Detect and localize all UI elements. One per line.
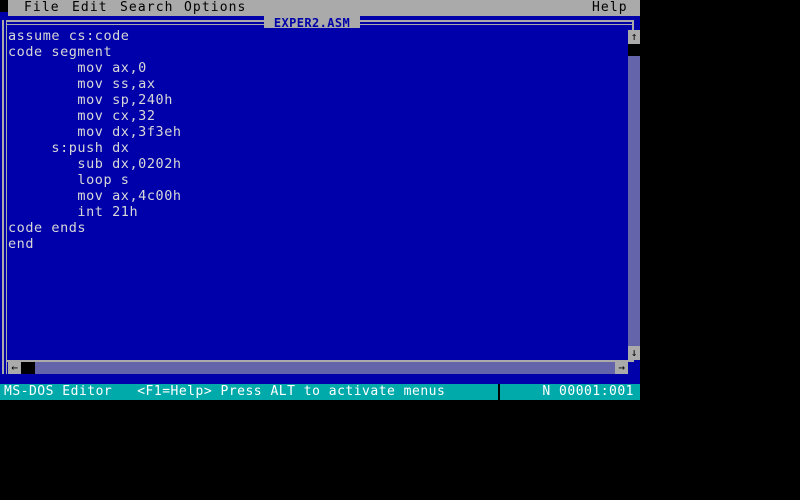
scroll-down-arrow-icon[interactable]: ↓: [628, 346, 640, 360]
editor-window: EXPER2.ASM assume cs:code code segment m…: [0, 16, 640, 376]
dos-screen: File Edit Search Options Help EXPER2.ASM…: [0, 0, 640, 400]
horizontal-scrollbar[interactable]: ← →: [8, 362, 628, 374]
horizontal-scrollbar-thumb[interactable]: [21, 362, 35, 374]
code-line: int 21h: [8, 204, 139, 220]
menu-item-edit[interactable]: Edit: [72, 0, 108, 16]
code-line: mov ss,ax: [8, 76, 156, 92]
code-line: loop s: [8, 172, 130, 188]
window-border-left: [2, 20, 4, 374]
vertical-scrollbar-thumb[interactable]: [628, 44, 640, 56]
status-bar: MS-DOS Editor <F1=Help> Press ALT to act…: [0, 384, 640, 400]
code-line: s:push dx: [8, 140, 130, 156]
code-line: mov sp,240h: [8, 92, 173, 108]
scrollbar-corner: [628, 362, 640, 374]
code-line: mov ax,4c00h: [8, 188, 182, 204]
vertical-scrollbar-track[interactable]: [628, 30, 640, 360]
code-line: sub dx,0202h: [8, 156, 182, 172]
code-line: end: [8, 236, 35, 252]
scroll-right-arrow-icon[interactable]: →: [615, 362, 628, 374]
code-line: code ends: [8, 220, 87, 236]
screen-corner-filler: [0, 0, 8, 12]
menu-item-search[interactable]: Search: [120, 0, 174, 16]
status-hint-text: MS-DOS Editor <F1=Help> Press ALT to act…: [4, 384, 446, 399]
code-line: assume cs:code: [8, 28, 130, 44]
scroll-left-arrow-icon[interactable]: ←: [8, 362, 21, 374]
window-border-left-inner: [6, 20, 7, 374]
code-line: mov ax,0: [8, 60, 147, 76]
scroll-up-arrow-icon[interactable]: ↑: [628, 30, 640, 44]
menu-bar: File Edit Search Options Help: [8, 0, 640, 16]
code-line: mov cx,32: [8, 108, 156, 124]
menu-item-file[interactable]: File: [24, 0, 60, 16]
vertical-scrollbar[interactable]: ↑ ↓: [628, 30, 640, 360]
status-divider: [498, 384, 500, 400]
code-text-area[interactable]: assume cs:code code segment mov ax,0 mov…: [8, 28, 624, 358]
menu-item-options[interactable]: Options: [184, 0, 247, 16]
menu-item-help[interactable]: Help: [592, 0, 628, 16]
cursor-position-indicator: N 00001:001: [542, 384, 634, 399]
code-line: mov dx,3f3eh: [8, 124, 182, 140]
horizontal-scrollbar-track[interactable]: [8, 362, 628, 374]
code-line: code segment: [8, 44, 113, 60]
